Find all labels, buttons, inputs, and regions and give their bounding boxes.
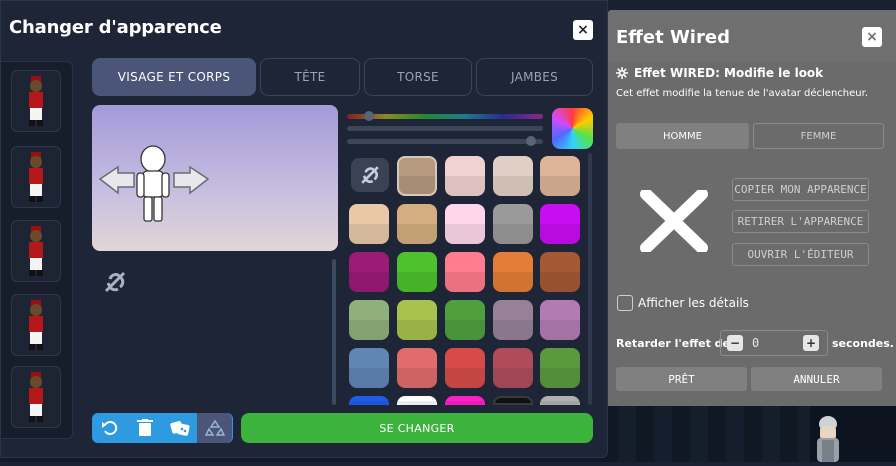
tab-legs[interactable]: JAMBES [476,58,593,96]
brightness-slider[interactable] [347,136,543,146]
color-swatch[interactable] [397,156,437,196]
change-look-button[interactable]: SE CHANGER [241,413,593,443]
preview-scrollbar[interactable] [332,259,336,405]
no-color-icon[interactable] [351,158,389,192]
window-title: Changer d'apparence [9,17,222,38]
decrease-button[interactable]: − [727,335,743,351]
dice-icon[interactable] [162,413,197,443]
color-swatch[interactable] [445,204,485,244]
no-link-icon[interactable] [100,267,130,301]
open-editor-button[interactable]: OUVRIR L'ÉDITEUR [732,243,869,266]
color-swatch[interactable] [493,300,533,340]
saved-look-3[interactable] [11,220,61,282]
color-swatch[interactable] [540,300,580,340]
ok-button[interactable]: PRÊT [616,367,747,391]
color-picker-icon[interactable] [552,108,593,149]
saved-look-2[interactable] [11,146,61,208]
saved-look-4[interactable] [11,294,61,356]
color-swatch[interactable] [397,396,437,405]
color-swatch[interactable] [397,252,437,292]
effect-name-row: Effet WIRED: Modifie le look [616,66,823,80]
details-label: Afficher les détails [638,296,749,310]
tab-face-body[interactable]: VISAGE ET CORPS [92,58,256,96]
color-swatch[interactable] [493,252,533,292]
color-swatch[interactable] [540,204,580,244]
tab-head[interactable]: TÊTE [260,58,360,96]
color-swatch[interactable] [349,204,389,244]
hue-slider[interactable] [347,111,543,121]
tab-torso[interactable]: TORSE [364,58,472,96]
room-floor [600,405,896,462]
color-swatch[interactable] [540,348,580,388]
color-swatch[interactable] [540,396,580,405]
close-glyph: × [577,22,589,38]
saturation-slider[interactable] [347,126,543,131]
color-swatch[interactable] [493,396,533,405]
editor-toolbar [92,413,233,443]
details-checkbox[interactable] [617,295,633,311]
gear-icon [616,67,628,79]
color-swatch[interactable] [445,396,485,405]
close-icon[interactable]: × [862,27,882,47]
close-glyph: × [866,29,878,45]
wired-title: Effet Wired [616,27,730,48]
color-swatch[interactable] [397,300,437,340]
close-icon[interactable]: × [573,20,593,40]
effect-description: Cet effet modifie la tenue de l'avatar d… [616,88,868,99]
color-swatch[interactable] [349,252,389,292]
copy-look-button[interactable]: COPIER MON APPARENCE [732,178,869,201]
saved-looks-strip[interactable] [1,61,73,439]
color-swatch[interactable] [445,300,485,340]
avatar-editor-window: Changer d'apparence × VISAGE ET CORPS TÊ… [0,0,608,458]
tab-male[interactable]: HOMME [616,123,749,149]
color-swatch[interactable] [493,156,533,196]
avatar-preview [92,105,338,251]
trash-icon[interactable] [127,413,162,443]
color-swatch[interactable] [445,156,485,196]
saved-look-5[interactable] [11,366,61,428]
color-swatch[interactable] [349,396,389,405]
cancel-button[interactable]: ANNULER [751,367,882,391]
color-swatch[interactable] [397,348,437,388]
color-swatch[interactable] [540,156,580,196]
rotate-right-icon [173,165,210,195]
delay-input[interactable]: − 0 + [720,330,828,356]
color-swatch[interactable] [493,204,533,244]
palette-scrollbar[interactable] [588,153,592,405]
delay-value: 0 [752,336,760,350]
effect-name: Effet WIRED: Modifie le look [634,66,824,80]
delay-unit: secondes. [832,337,894,350]
saved-look-1[interactable] [11,70,61,132]
color-swatch[interactable] [349,300,389,340]
increase-button[interactable]: + [803,335,819,351]
color-swatch[interactable] [397,204,437,244]
color-swatch[interactable] [445,252,485,292]
rotate-left-icon [98,165,135,195]
x-mark-icon [638,188,710,256]
color-swatch[interactable] [493,348,533,388]
avatar-figure [98,145,210,222]
tab-female[interactable]: FEMME [753,123,884,149]
delay-label: Retarder l'effet de: [616,337,735,350]
background-avatar[interactable] [810,414,846,462]
color-swatch[interactable] [445,348,485,388]
remove-look-button[interactable]: RETIRER L'APPARENCE [732,210,869,233]
recycle-icon[interactable] [197,413,232,443]
undo-icon[interactable] [92,413,127,443]
color-swatch[interactable] [349,348,389,388]
color-swatch[interactable] [540,252,580,292]
